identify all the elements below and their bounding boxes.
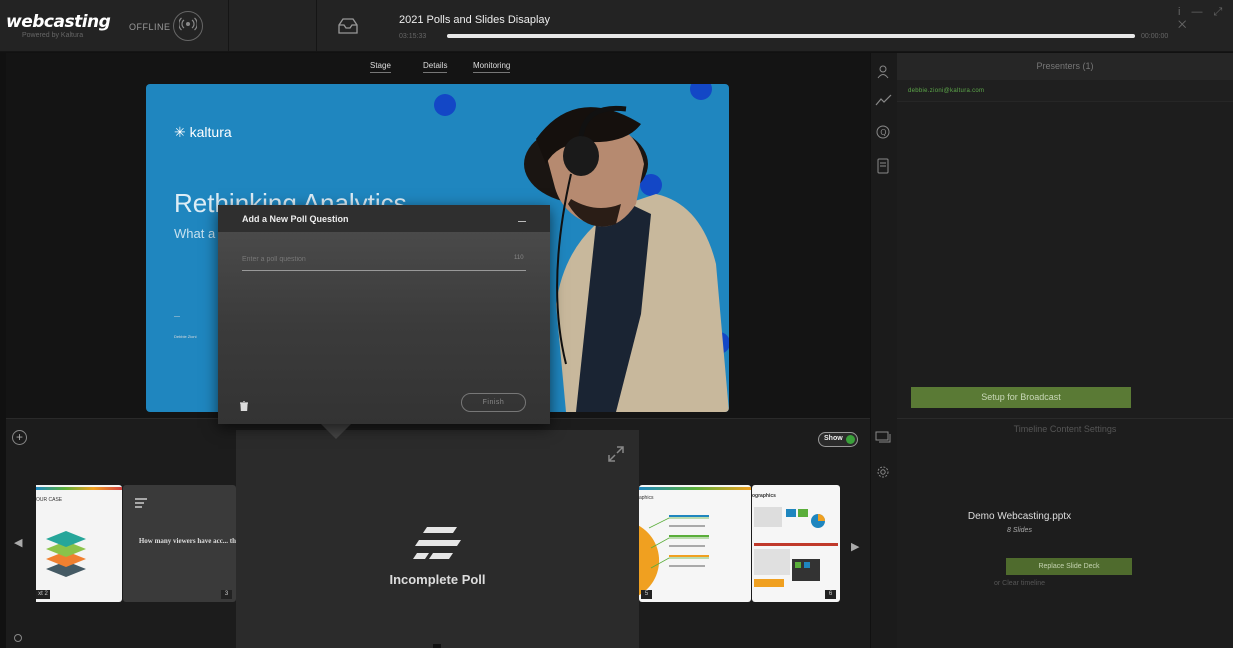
infographic-graphic: [639, 515, 709, 596]
thumb-number: 3: [221, 590, 232, 599]
thumb-color-band: [36, 487, 122, 490]
dashboard-graphic: [754, 507, 838, 587]
notes-icon[interactable]: [877, 158, 889, 179]
divider: [316, 0, 317, 52]
presenter-email: debbie.zioni@kaltura.com: [908, 88, 985, 94]
divider: [228, 0, 229, 52]
add-poll-question-dialog: Add a New Poll Question 110 Finish: [218, 205, 550, 424]
thumb-title: OUR CASE: [36, 497, 63, 503]
timeline-settings-header: Timeline Content Settings: [1013, 424, 1117, 434]
inbox-icon[interactable]: [336, 17, 360, 40]
decorative-dot: [434, 94, 456, 116]
expand-icon[interactable]: [607, 445, 625, 468]
thumb-number: 5: [641, 590, 652, 599]
poll-icon: [413, 527, 461, 564]
analytics-icon[interactable]: [875, 93, 892, 111]
slide-thumbnail[interactable]: aphics 5: [639, 485, 751, 602]
event-progress-fill: [447, 34, 1135, 38]
qna-icon[interactable]: Q: [876, 125, 890, 144]
finish-button[interactable]: Finish: [461, 393, 526, 412]
go-live-button[interactable]: [173, 11, 203, 41]
thumb-title: aphics: [639, 495, 654, 501]
char-count: 110: [514, 255, 524, 261]
slide-subtitle: What a: [174, 226, 216, 241]
event-progress-bar: [447, 34, 1135, 38]
tab-details[interactable]: Details: [423, 61, 448, 73]
slides-icon[interactable]: [875, 431, 891, 449]
slide-footer-dash: —: [174, 314, 180, 320]
toggle-knob: [846, 435, 855, 444]
show-toggle-label: Show: [824, 435, 843, 442]
slide-footer-name: Debbie Zioni: [174, 334, 197, 339]
dialog-pointer: [320, 423, 352, 439]
dialog-title: Add a New Poll Question: [242, 214, 349, 224]
layers-graphic: [46, 531, 86, 577]
clear-timeline-link[interactable]: or Clear timeline: [897, 580, 1142, 587]
broadcast-icon: [178, 17, 198, 36]
poll-thumb-question: How many viewers have acc... throug...: [138, 537, 236, 545]
presenters-icon[interactable]: [876, 64, 891, 84]
broadcast-status: OFFLINE: [129, 22, 171, 32]
chevron-left-icon[interactable]: ◀: [14, 536, 22, 549]
event-title: 2021 Polls and Slides Disaplay: [399, 14, 551, 26]
thumb-number: 6: [825, 590, 836, 599]
setup-broadcast-button[interactable]: Setup for Broadcast: [911, 387, 1131, 408]
total-time: 00:00:00: [1141, 33, 1169, 40]
incomplete-poll-label: Incomplete Poll: [389, 572, 486, 587]
app-logo-subtitle: Powered by Kaltura: [22, 32, 84, 39]
tab-monitoring[interactable]: Monitoring: [473, 61, 511, 73]
elapsed-time: 03:15:33: [399, 33, 427, 40]
poll-handle[interactable]: [433, 644, 441, 648]
chevron-right-icon[interactable]: ▶: [851, 540, 859, 553]
slide-deck-count: 8 Slides: [1007, 527, 1032, 534]
slide-deck-name: Demo Webcasting.pptx: [967, 511, 1072, 522]
minimize-icon[interactable]: [518, 221, 526, 222]
thumb-color-band: [639, 487, 751, 490]
poll-list-icon: [135, 495, 147, 513]
trash-icon[interactable]: [240, 398, 248, 416]
poll-thumbnail[interactable]: How many viewers have acc... throug... 3: [123, 485, 236, 602]
tab-stage[interactable]: Stage: [370, 61, 391, 73]
thumb-title: ographics: [752, 493, 776, 499]
add-item-button[interactable]: +: [12, 430, 27, 445]
presenters-panel: [897, 53, 1233, 418]
slide-thumbnail[interactable]: ographics 6: [752, 485, 840, 602]
slide-thumbnail[interactable]: OUR CASE xt 2: [36, 485, 122, 602]
replace-slide-deck-button[interactable]: Replace Slide Deck: [1006, 558, 1132, 575]
kaltura-logo-icon: ✳: [174, 124, 186, 140]
show-toggle[interactable]: Show: [818, 432, 858, 447]
svg-text:Q: Q: [880, 128, 886, 137]
app-logo: webcasting: [6, 12, 111, 32]
lightbulb-icon[interactable]: [14, 634, 22, 642]
poll-question-input[interactable]: [242, 249, 526, 271]
settings-gear-icon[interactable]: [877, 465, 889, 483]
plus-icon: +: [15, 430, 23, 444]
slide-logo: ✳ kaltura: [174, 124, 232, 140]
window-controls[interactable]: i — ⤢ ✕: [1178, 6, 1233, 32]
presenters-header: Presenters (1): [897, 53, 1233, 80]
thumb-number: xt 2: [36, 590, 50, 599]
